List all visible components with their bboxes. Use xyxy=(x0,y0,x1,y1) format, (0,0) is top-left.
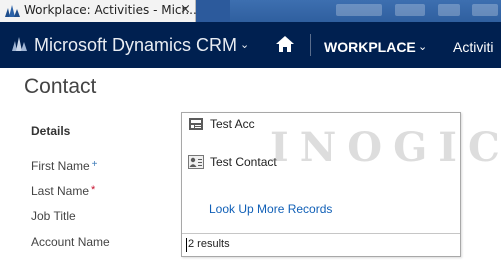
field-label-job-title: Job Title xyxy=(31,209,76,223)
nav-activities-item[interactable]: Activiti xyxy=(453,39,493,55)
blurred-toolbar-item xyxy=(472,4,498,16)
dynamics-logo-icon xyxy=(12,37,27,51)
field-label-text: Account Name xyxy=(31,235,110,249)
app-brand-menu[interactable]: Microsoft Dynamics CRM xyxy=(34,35,237,56)
text-caret xyxy=(186,238,187,252)
entity-title: Contact xyxy=(24,75,97,98)
field-label-last-name: Last Name * xyxy=(31,184,95,198)
business-recommended-marker: + xyxy=(91,159,98,170)
browser-tab-workplace[interactable]: Workplace: Activities - Micr... × xyxy=(0,0,197,22)
crm-window: Workplace: Activities - Micr... × Micros… xyxy=(0,0,501,276)
section-header-details: Details xyxy=(31,124,71,138)
field-label-text: Last Name xyxy=(31,184,90,198)
look-up-more-records-link[interactable]: Look Up More Records xyxy=(209,202,332,216)
results-count: 2 results xyxy=(188,238,230,250)
lookup-result-label: Test Contact xyxy=(210,155,277,169)
field-label-first-name: First Name + xyxy=(31,159,98,173)
crm-nav-bar: Microsoft Dynamics CRM ⌄ WORKPLACE ⌄ Act… xyxy=(0,22,501,68)
field-label-account-name: Account Name xyxy=(31,235,110,249)
field-label-text: First Name xyxy=(31,159,90,173)
browser-tab-strip: Workplace: Activities - Micr... × xyxy=(0,0,501,22)
blurred-toolbar-item xyxy=(438,4,460,16)
lookup-flyout-footer: 2 results xyxy=(182,233,460,257)
required-marker: * xyxy=(91,184,96,196)
chevron-down-icon[interactable]: ⌄ xyxy=(418,40,427,53)
dynamics-logo-icon xyxy=(5,5,20,17)
chevron-down-icon[interactable]: ⌄ xyxy=(240,38,249,51)
blurred-toolbar-item xyxy=(395,4,425,16)
lookup-results-flyout: Test Acc Test Contact Look Up More Recor… xyxy=(181,112,461,257)
lookup-result-row[interactable]: Test Acc xyxy=(182,114,460,136)
field-label-text: Job Title xyxy=(31,209,76,223)
home-icon[interactable] xyxy=(276,36,294,52)
close-tab-icon[interactable]: × xyxy=(180,2,191,17)
nav-divider xyxy=(310,34,311,56)
lookup-result-row[interactable]: Test Contact xyxy=(182,152,460,174)
blurred-toolbar-item xyxy=(336,4,382,16)
account-icon xyxy=(189,118,203,130)
browser-tab-title: Workplace: Activities - Micr... xyxy=(24,3,197,17)
contact-card-icon xyxy=(188,155,204,169)
lookup-result-label: Test Acc xyxy=(210,117,255,131)
nav-workplace-menu[interactable]: WORKPLACE xyxy=(324,39,416,55)
